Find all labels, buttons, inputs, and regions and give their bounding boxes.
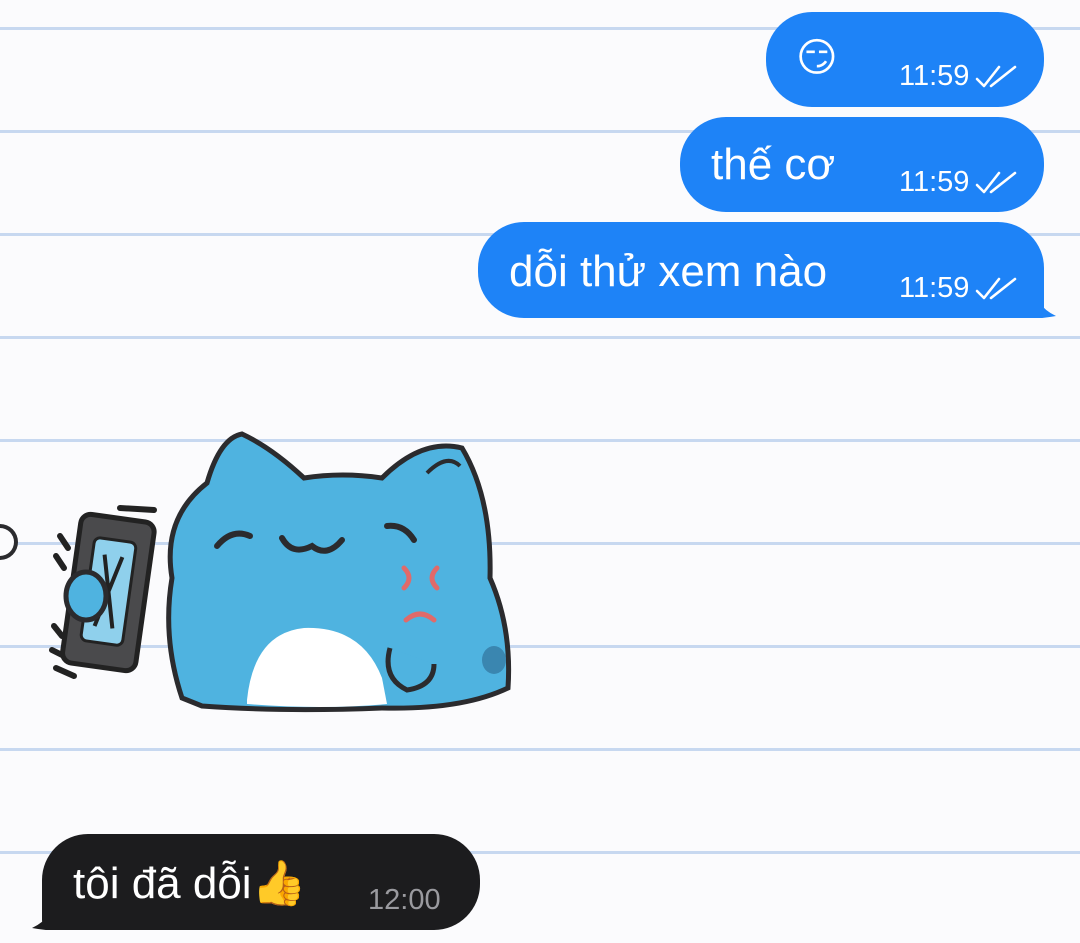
double-check-icon [976, 171, 1017, 193]
message-meta: 11:59 [899, 62, 1017, 91]
message-meta: 12:00 [368, 886, 441, 915]
message-text: 😏 [796, 36, 838, 80]
message-meta: 11:59 [899, 168, 1017, 197]
message-time: 11:59 [899, 60, 970, 92]
message-time: 12:00 [368, 884, 441, 916]
outgoing-message-bubble[interactable]: dỗi thử xem nào 11:59 [478, 222, 1044, 318]
message-meta: 11:59 [899, 274, 1017, 303]
message-text: dỗi thử xem nào [509, 247, 828, 296]
message-text: tôi đã dỗi👍 [73, 859, 307, 908]
double-check-icon [976, 277, 1017, 299]
incoming-message-bubble[interactable]: tôi đã dỗi👍 12:00 [42, 834, 480, 930]
outgoing-message-bubble[interactable]: 😏 11:59 [766, 12, 1044, 107]
message-time: 11:59 [899, 166, 970, 198]
cat-sticker-icon[interactable] [42, 428, 512, 718]
outgoing-message-bubble[interactable]: thế cơ 11:59 [680, 117, 1044, 212]
double-check-icon [976, 65, 1017, 87]
message-time: 11:59 [899, 272, 970, 304]
avatar-edge-icon [0, 524, 18, 560]
message-text: thế cơ [711, 140, 836, 189]
chat-area[interactable]: 😏 11:59 thế cơ 11:59 dỗi thử xem nào 11:… [0, 0, 1080, 943]
